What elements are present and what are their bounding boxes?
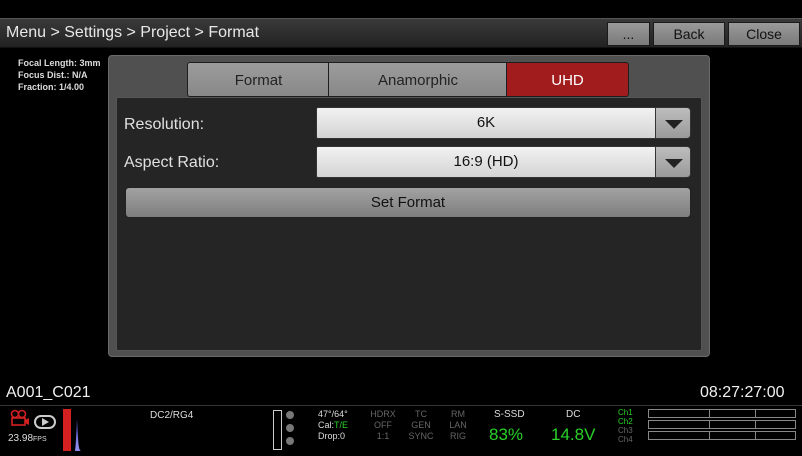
- channel-label: Ch2: [618, 417, 633, 426]
- media-remaining: 83%: [489, 425, 524, 444]
- tab-anamorphic[interactable]: Anamorphic: [328, 62, 508, 97]
- timecode: 08:27:27:00: [700, 384, 785, 401]
- aspect-ratio-dropdown-button[interactable]: [655, 146, 691, 178]
- timecode-status: TC GEN SYNC: [408, 409, 434, 441]
- channel-label: Ch3: [618, 426, 633, 435]
- record-camera-icon[interactable]: [10, 409, 30, 427]
- audio-meter: [648, 409, 796, 418]
- channel-label: Ch1: [618, 408, 633, 417]
- back-button[interactable]: Back: [653, 22, 725, 46]
- clip-name: A001_C021: [6, 384, 91, 401]
- title-bar: Menu > Settings > Project > Format ... B…: [0, 18, 802, 48]
- status-dot: [286, 411, 294, 419]
- audio-meter: [648, 420, 796, 429]
- focus-distance: Focus Dist.: N/A: [18, 70, 88, 80]
- record-indicator-bar: [63, 409, 71, 451]
- hdrx-status: HDRX OFF 1:1: [370, 409, 396, 441]
- histogram: [75, 419, 81, 451]
- status-dot: [286, 437, 294, 445]
- power-voltage: 14.8V: [551, 425, 596, 444]
- chevron-down-icon: [665, 120, 683, 129]
- chevron-down-icon: [665, 159, 683, 168]
- fps-readout: 23.98FPS: [8, 433, 47, 444]
- status-dot: [286, 424, 294, 432]
- tab-format[interactable]: Format: [187, 62, 330, 97]
- power-label: DC: [566, 409, 581, 420]
- channel-label: Ch4: [618, 435, 633, 444]
- tab-uhd[interactable]: UHD: [506, 62, 629, 97]
- close-button[interactable]: Close: [728, 22, 800, 46]
- breadcrumb: Menu > Settings > Project > Format: [6, 24, 260, 41]
- set-format-button[interactable]: Set Format: [125, 187, 691, 218]
- exposure-meter: [273, 410, 282, 450]
- resolution-dropdown-button[interactable]: [655, 107, 691, 139]
- aspect-ratio-select[interactable]: 16:9 (HD): [316, 146, 656, 178]
- calibration: Cal:T/E: [318, 420, 349, 430]
- more-button[interactable]: ...: [607, 22, 650, 46]
- audio-meter: [648, 431, 796, 440]
- sensor-status: 47°/64° Cal:T/E Drop:0: [318, 409, 348, 442]
- resolution-select[interactable]: 6K: [316, 107, 656, 139]
- focal-length: Focal Length: 3mm: [18, 58, 101, 68]
- fraction: Fraction: 1/4.00: [18, 82, 85, 92]
- media-label: S-SSD: [494, 409, 525, 420]
- tab-bar: Format Anamorphic UHD: [187, 62, 629, 97]
- dropped-frames: Drop:0: [318, 431, 346, 441]
- temperature: 47°/64°: [318, 409, 348, 419]
- resolution-label: Resolution:: [124, 116, 205, 133]
- codec-readout: DC2/RG4: [150, 410, 194, 421]
- lens-info: Focal Length: 3mm Focus Dist.: N/A Fract…: [18, 57, 101, 93]
- aspect-ratio-label: Aspect Ratio:: [124, 154, 220, 171]
- remote-status: RM LAN RIG: [449, 409, 467, 441]
- playback-icon[interactable]: [34, 415, 56, 429]
